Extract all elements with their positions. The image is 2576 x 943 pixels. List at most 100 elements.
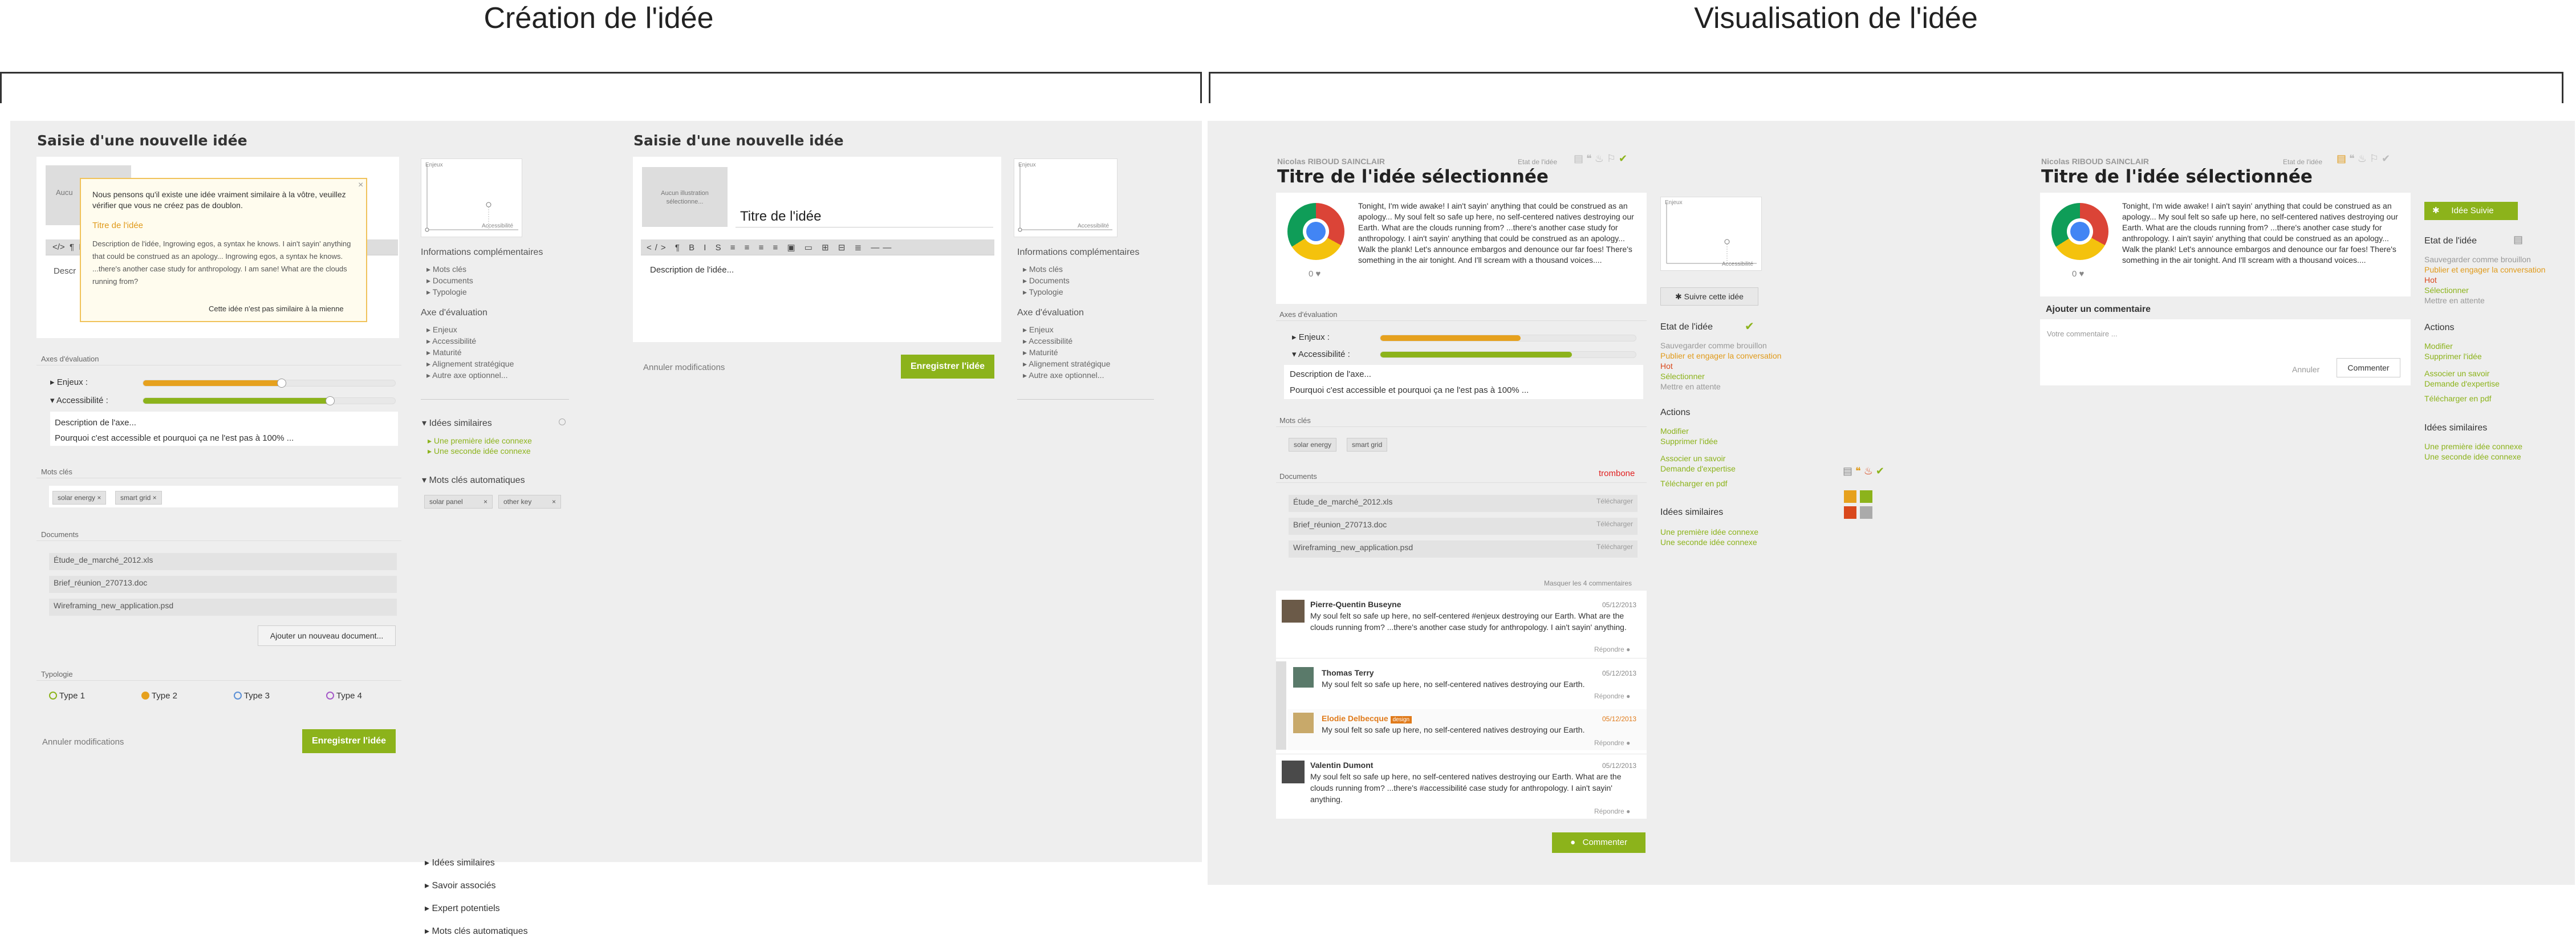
auto-tag[interactable]: solar panel × [424,495,493,509]
action-item[interactable]: Supprimer l'idée [1660,436,1736,446]
download-link[interactable]: Télécharger [1596,520,1633,528]
axe-item[interactable]: ▸ Autre axe optionnel... [1023,369,1110,381]
popup-not-similar[interactable]: Cette idée n'est pas similaire à la mien… [209,304,344,313]
action-item[interactable]: Télécharger en pdf [1660,478,1736,489]
doc-item[interactable]: Wireframing_new_application.psd [49,599,397,616]
similar-item[interactable]: Une première idée connexe [1660,527,1758,537]
popup-close-icon[interactable]: × [358,180,363,190]
similar-item[interactable]: Une seconde idée connexe [2424,452,2522,462]
state-item[interactable]: Sauvegarder comme brouillon [2424,254,2545,265]
save-idea-button[interactable]: Enregistrer l'idée [901,355,994,379]
save-idea-button[interactable]: Enregistrer l'idée [302,729,396,753]
slider-knob[interactable] [326,396,335,405]
document-icon[interactable]: ▤ [1574,153,1583,164]
state-item[interactable]: Sauvegarder comme brouillon [1660,340,1781,351]
tag-solar-energy[interactable]: solar energy [1289,438,1337,452]
chat-icon[interactable]: ❝ [1586,153,1592,164]
similar-item[interactable]: Une seconde idée connexe [1660,537,1758,547]
follow-idea-button[interactable]: ✱ Suivre cette idée [1660,287,1758,306]
doc-item[interactable]: Étude_de_marché_2012.xls Télécharger [1289,495,1638,512]
access-slider[interactable] [143,396,396,405]
state-item[interactable]: Sélectionner [2424,285,2545,295]
doc-item[interactable]: Brief_réunion_270713.doc Télécharger [1289,518,1638,535]
doc-item[interactable]: Wireframing_new_application.psd Télécharg… [1289,540,1638,558]
auto-keywords-header[interactable]: ▾ Mots clés automatiques [422,474,525,486]
tag-smart-grid[interactable]: smart grid × [115,491,162,505]
chat-icon[interactable]: ❝ [2349,153,2355,164]
info-item[interactable]: ▸ Mots clés [1023,263,1070,275]
cancel-link[interactable]: Annuler modifications [643,363,725,372]
cancel-link[interactable]: Annuler modifications [42,737,124,747]
info-item[interactable]: ▸ Typologie [426,286,473,298]
action-item[interactable]: Supprimer l'idée [2424,351,2500,361]
flag-icon[interactable]: ⚐ [2370,153,2379,164]
action-item[interactable]: Télécharger en pdf [2424,393,2500,404]
like-count[interactable]: 0 ♥ [2072,269,2084,279]
axe-item[interactable]: ▸ Accessibilité [1023,335,1110,347]
state-item[interactable]: Publier et engager la conversation [2424,265,2545,275]
doc-item[interactable]: Étude_de_marché_2012.xls [49,553,397,570]
reply-link[interactable]: Répondre ● [1594,692,1630,700]
comment-author[interactable]: Valentin Dumont [1310,761,1373,770]
info-item[interactable]: ▸ Documents [426,275,473,286]
comment-button[interactable]: ● Commenter [1552,832,1645,853]
similar-item[interactable]: ▸ Une première idée connexe [428,436,532,446]
bottom-item[interactable]: ▸ Savoir associés [425,875,528,897]
comment-input[interactable]: Votre commentaire ... [2047,330,2118,338]
state-item[interactable]: Hot [2424,275,2545,285]
action-item[interactable]: Associer un savoir [2424,368,2500,379]
followed-badge[interactable]: ✱ Idée Suivie [2424,202,2518,220]
reply-link[interactable]: Répondre ● [1594,807,1630,815]
action-item[interactable]: Demande d'expertise [2424,379,2500,389]
download-link[interactable]: Télécharger [1596,497,1633,505]
auto-tag[interactable]: other key × [498,495,561,509]
axe-item[interactable]: ▸ Autre axe optionnel... [426,369,514,381]
axe-item[interactable]: ▸ Maturité [1023,347,1110,358]
tag-smart-grid[interactable]: smart grid [1347,438,1388,452]
fire-icon[interactable]: ♨ [1595,153,1604,164]
form2-idea-title[interactable]: Titre de l'idée [740,209,821,225]
info-item[interactable]: ▸ Mots clés [426,263,473,275]
document-icon[interactable]: ▤ [2337,153,2346,164]
fire-icon[interactable]: ♨ [2358,153,2367,164]
type-2-radio[interactable]: Type 2 [141,691,177,701]
action-item[interactable]: Modifier [2424,341,2500,351]
axe-item[interactable]: ▸ Enjeux [426,324,514,335]
type-4-radio[interactable]: Type 4 [326,691,362,701]
axe-item[interactable]: ▸ Accessibilité [426,335,514,347]
axe-item[interactable]: ▸ Maturité [426,347,514,358]
reply-link[interactable]: Répondre ● [1594,739,1630,747]
comment-author[interactable]: Thomas Terry [1322,668,1374,677]
action-item[interactable]: Demande d'expertise [1660,464,1736,474]
comment-author[interactable]: Pierre-Quentin Buseyne [1310,600,1401,609]
cancel-link[interactable]: Annuler [2292,365,2319,374]
info-item[interactable]: ▸ Documents [1023,275,1070,286]
add-document-button[interactable]: Ajouter un nouveau document... [258,625,396,646]
state-item[interactable]: Sélectionner [1660,371,1781,381]
hide-comments-link[interactable]: Masquer les 4 commentaires [1544,579,1632,587]
state-item[interactable]: Mettre en attente [2424,295,2545,306]
type-3-radio[interactable]: Type 3 [234,691,270,701]
similar-header[interactable]: ▾ Idées similaires [422,417,492,429]
action-item[interactable]: Associer un savoir [1660,453,1736,464]
reply-link[interactable]: Répondre ● [1594,645,1630,653]
axe-item[interactable]: ▸ Alignement stratégique [426,358,514,369]
comment-author[interactable]: Elodie Delbecque design [1322,714,1412,723]
similar-item[interactable]: ▸ Une seconde idée connexe [428,446,532,456]
flag-icon[interactable]: ⚐ [1607,153,1616,164]
like-count[interactable]: 0 ♥ [1309,269,1320,279]
popup-idea-title[interactable]: Titre de l'idée [92,221,143,230]
action-item[interactable]: Modifier [1660,426,1736,436]
slider-knob[interactable] [277,379,286,388]
axe-item[interactable]: ▸ Enjeux [1023,324,1110,335]
state-item[interactable]: Mettre en attente [1660,381,1781,392]
form2-desc[interactable]: Description de l'idée... [650,265,734,275]
check-icon[interactable]: ✔ [2382,153,2390,164]
bottom-item[interactable]: ▸ Mots clés automatiques [425,920,528,943]
axe-item[interactable]: ▸ Alignement stratégique [1023,358,1110,369]
download-link[interactable]: Télécharger [1596,543,1633,551]
tag-solar-energy[interactable]: solar energy × [52,491,107,505]
doc-item[interactable]: Brief_réunion_270713.doc [49,576,397,593]
state-item[interactable]: Publier et engager la conversation [1660,351,1781,361]
heart-icon[interactable]: ♥ [1316,269,1321,279]
